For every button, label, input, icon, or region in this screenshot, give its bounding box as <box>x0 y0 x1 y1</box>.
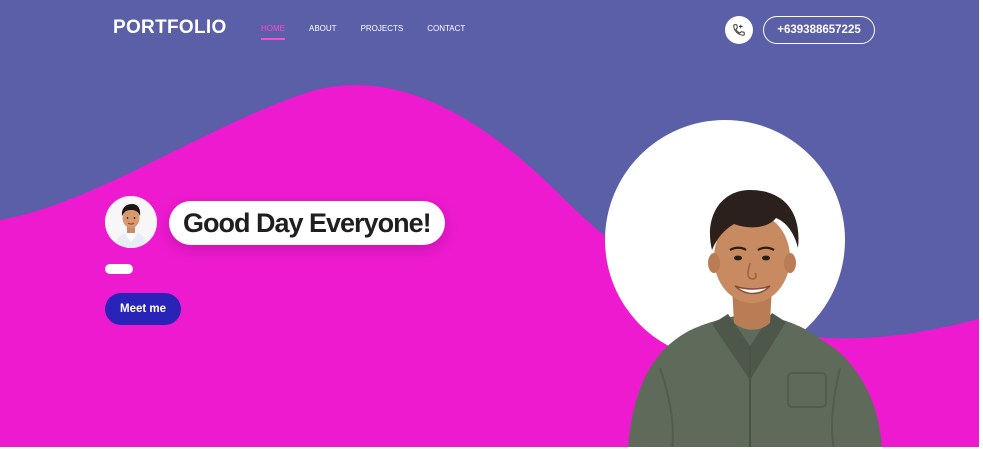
brand-logo[interactable]: PORTFOLIO <box>113 17 227 39</box>
top-navigation: PORTFOLIO HOME ABOUT PROJECTS CONTACT +6… <box>0 0 983 60</box>
page: PORTFOLIO HOME ABOUT PROJECTS CONTACT +6… <box>0 0 983 449</box>
phone-number-button[interactable]: +639388657225 <box>763 16 875 44</box>
nav-projects[interactable]: PROJECTS <box>361 24 404 33</box>
meet-me-button[interactable]: Meet me <box>105 293 181 325</box>
nav-home[interactable]: HOME <box>261 24 285 40</box>
nav-menu: HOME ABOUT PROJECTS CONTACT <box>261 24 489 40</box>
greeting-headline: Good Day Everyone! <box>169 201 445 245</box>
nav-contact[interactable]: CONTACT <box>427 24 465 33</box>
decorative-pill <box>105 264 133 274</box>
nav-about[interactable]: ABOUT <box>309 24 337 33</box>
phone-icon[interactable] <box>725 16 753 44</box>
profile-photo <box>605 120 882 449</box>
avatar <box>105 196 157 248</box>
right-edge <box>979 0 983 449</box>
